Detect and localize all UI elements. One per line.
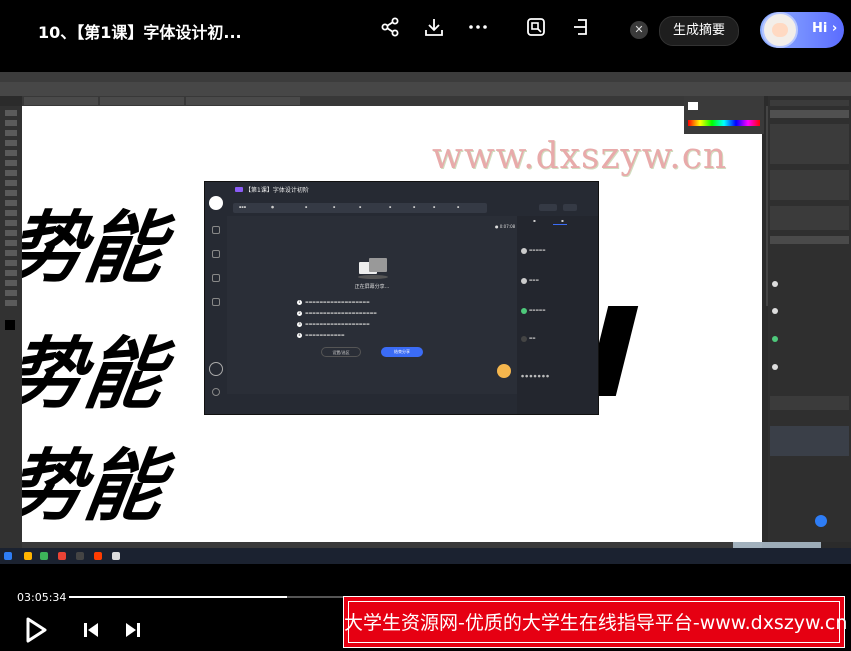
tip-3: 3 ▬▬▬▬▬▬▬▬▬▬▬▬▬▬▬▬▬▬ bbox=[297, 321, 370, 327]
screenshot-icon[interactable] bbox=[523, 16, 549, 42]
chat-bubble-icon[interactable] bbox=[815, 515, 827, 527]
app-logo-icon bbox=[209, 196, 223, 210]
sharing-status: 正在屏幕分享... bbox=[354, 284, 390, 290]
live-class-toolbar: ▪▪▪ ● ▪ ▪ ▪ ▪ ▪ ▪ ▪ bbox=[233, 203, 487, 213]
os-taskbar bbox=[0, 548, 851, 564]
tip-2: 2 ▬▬▬▬▬▬▬▬▬▬▬▬▬▬▬▬▬▬▬▬ bbox=[297, 310, 377, 316]
sample-glyphs-2: 势能 bbox=[22, 330, 170, 420]
live-class-title: 【第1课】字体设计初阶 bbox=[245, 187, 309, 194]
generate-summary-button[interactable]: 生成摘要 bbox=[659, 16, 739, 46]
player-header: 10、【第1课】字体设计初... ✕ 生成摘要 Hi › bbox=[0, 0, 851, 62]
tip-4: 4 ▬▬▬▬▬▬▬▬▬▬▬ bbox=[297, 332, 345, 338]
more-icon[interactable] bbox=[465, 16, 491, 42]
assistant-avatar bbox=[762, 12, 798, 48]
promo-banner[interactable]: 大学生资源网-优质的大学生在线指导平台-www.dxszyw.cn bbox=[343, 596, 848, 648]
raise-hand-icon[interactable] bbox=[497, 364, 511, 378]
share-settings-button[interactable]: 设置/选区 bbox=[321, 347, 361, 357]
previous-icon[interactable] bbox=[82, 621, 100, 639]
video-title: 10、【第1课】字体设计初... bbox=[38, 23, 242, 42]
sample-glyphs-1: 势能 bbox=[22, 204, 170, 294]
progress-fill bbox=[69, 596, 287, 598]
live-timer: ● 0:07:08 bbox=[495, 224, 516, 229]
live-badge bbox=[235, 187, 243, 192]
play-icon[interactable] bbox=[24, 616, 48, 644]
live-class-sidebar bbox=[205, 216, 227, 414]
download-icon[interactable] bbox=[421, 16, 447, 42]
promo-banner-text: 大学生资源网-优质的大学生在线指导平台-www.dxszyw.cn bbox=[344, 612, 848, 634]
hi-label: Hi › bbox=[812, 21, 838, 36]
live-class-window[interactable]: 【第1课】字体设计初阶 ▪▪▪ ● ▪ ▪ ▪ ▪ ▪ ▪ ▪ ● 0:07:0… bbox=[205, 182, 598, 414]
properties-panel bbox=[768, 96, 851, 542]
color-panel bbox=[684, 96, 764, 134]
share-stage: ● 0:07:08 正在屏幕分享... 1 ▬▬▬▬▬▬▬▬▬▬▬▬▬▬▬▬▬▬ … bbox=[227, 216, 517, 394]
screen-share-icon bbox=[358, 258, 388, 279]
pip-icon[interactable] bbox=[568, 16, 594, 42]
live-class-bottombar bbox=[227, 394, 517, 414]
live-class-titlebar: 【第1课】字体设计初阶 ▪▪▪ ● ▪ ▪ ▪ ▪ ▪ ▪ ▪ bbox=[205, 182, 598, 216]
ai-assistant-button[interactable]: Hi › bbox=[760, 12, 844, 48]
sample-glyphs-3: 势能 bbox=[22, 442, 170, 532]
app-tab-bar bbox=[22, 96, 762, 106]
share-icon[interactable] bbox=[377, 16, 403, 42]
watermark-text: www.dxszyw.cn bbox=[432, 136, 728, 177]
next-icon[interactable] bbox=[124, 621, 142, 639]
close-summary-button[interactable]: ✕ bbox=[630, 21, 648, 39]
current-time: 03:05:34 bbox=[17, 591, 67, 604]
tip-1: 1 ▬▬▬▬▬▬▬▬▬▬▬▬▬▬▬▬▬▬ bbox=[297, 299, 370, 305]
video-frame[interactable]: www.dxszyw.cn 势能 势能 势能 【第1课】字体设计初阶 ▪▪▪ ●… bbox=[0, 72, 851, 564]
end-share-button[interactable]: 结束分享 bbox=[381, 347, 423, 357]
app-control-bar bbox=[0, 82, 851, 96]
live-chat-panel: ▪ ▪ ▬▬▬▬▬ ▬▬▬ ▬▬▬▬▬ ▬▬ ● ● ● ● ● ● ● bbox=[517, 216, 598, 414]
app-toolbar bbox=[0, 106, 22, 554]
app-menubar bbox=[0, 72, 851, 82]
